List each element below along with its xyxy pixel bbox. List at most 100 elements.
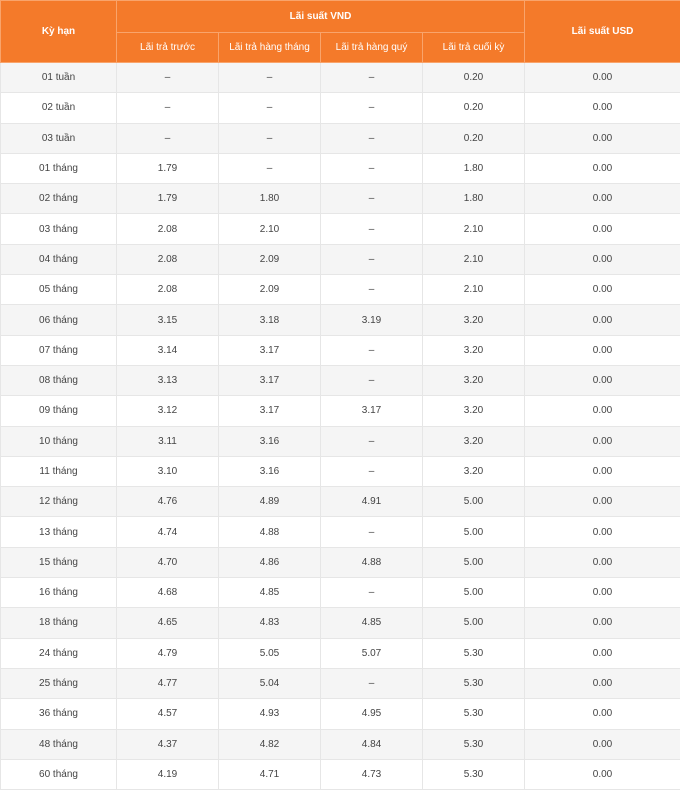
monthly-rate-cell: –	[218, 122, 321, 154]
table-row: 60 tháng 4.19 4.71 4.73 5.30 0.00	[0, 758, 680, 791]
prepaid-rate-cell: 3.15	[116, 304, 219, 336]
monthly-rate-cell: 5.04	[218, 667, 321, 700]
prepaid-rate-cell: 4.65	[116, 607, 219, 639]
quarterly-rate-cell: 4.95	[320, 698, 423, 730]
end-of-term-rate-cell: 5.00	[422, 577, 525, 609]
table-row: 03 tuần – – –0.20 0.00	[0, 122, 680, 154]
end-of-term-rate-cell: 5.30	[422, 667, 525, 700]
table-row: 07 tháng 3.14 3.17–3.20 0.00	[0, 334, 680, 366]
monthly-rate-cell: 3.17	[218, 395, 321, 427]
prepaid-rate-cell: –	[116, 61, 219, 94]
table-row: 09 tháng 3.12 3.17 3.17 3.20 0.00	[0, 395, 680, 427]
end-of-term-rate-cell: 2.10	[422, 243, 525, 276]
end-of-term-rate-cell: 0.20	[422, 61, 525, 94]
term-cell: 04 tháng	[0, 243, 117, 276]
table-row: 18 tháng 4.65 4.83 4.85 5.00 0.00	[0, 607, 680, 639]
quarterly-rate-cell: –	[320, 334, 423, 366]
end-of-term-rate-cell: 3.20	[422, 304, 525, 336]
prepaid-rate-cell: 1.79	[116, 152, 219, 185]
monthly-rate-cell: 3.16	[218, 455, 321, 488]
quarterly-rate-cell: 4.85	[320, 607, 423, 639]
usd-rate-cell: 0.00	[524, 425, 680, 457]
prepaid-rate-cell: –	[116, 92, 219, 124]
quarterly-rate-cell: –	[320, 183, 423, 215]
table-row: 06 tháng 3.15 3.18 3.19 3.20 0.00	[0, 304, 680, 336]
end-of-term-rate-cell: 5.30	[422, 728, 525, 760]
quarterly-rate-cell: –	[320, 61, 423, 94]
term-cell: 05 tháng	[0, 274, 117, 306]
term-cell: 01 tuần	[0, 61, 117, 94]
end-of-term-rate-cell: 3.20	[422, 455, 525, 488]
end-of-term-rate-cell: 5.30	[422, 637, 525, 669]
end-of-term-rate-cell: 3.20	[422, 395, 525, 427]
end-of-term-rate-cell: 1.80	[422, 152, 525, 185]
table-row: 24 tháng 4.79 5.05 5.07 5.30 0.00	[0, 637, 680, 669]
prepaid-rate-cell: 4.76	[116, 486, 219, 518]
term-cell: 13 tháng	[0, 516, 117, 548]
table-row: 36 tháng 4.57 4.93 4.95 5.30 0.00	[0, 698, 680, 730]
table-row: 02 tuần – – –0.20 0.00	[0, 92, 680, 124]
quarterly-rate-cell: –	[320, 122, 423, 154]
vnd-rate-group-header: Lãi suất VND	[116, 0, 525, 33]
prepaid-rate-cell: 2.08	[116, 274, 219, 306]
quarterly-rate-cell: –	[320, 364, 423, 397]
usd-rate-cell: 0.00	[524, 152, 680, 185]
usd-rate-cell: 0.00	[524, 455, 680, 488]
end-of-term-rate-cell: 5.00	[422, 486, 525, 518]
usd-rate-cell: 0.00	[524, 122, 680, 154]
end-of-term-rate-cell: 0.20	[422, 92, 525, 124]
term-cell: 02 tuần	[0, 92, 117, 124]
monthly-rate-cell: 4.85	[218, 577, 321, 609]
monthly-rate-cell: 5.05	[218, 637, 321, 669]
prepaid-rate-cell: 4.57	[116, 698, 219, 730]
monthly-rate-cell: 3.18	[218, 304, 321, 336]
prepaid-rate-cell: 1.79	[116, 183, 219, 215]
quarterly-rate-cell: –	[320, 243, 423, 276]
usd-rate-cell: 0.00	[524, 637, 680, 669]
table-row: 16 tháng 4.68 4.85–5.00 0.00	[0, 577, 680, 609]
monthly-rate-cell: 2.09	[218, 274, 321, 306]
quarterly-rate-cell: 4.73	[320, 758, 423, 791]
quarterly-rate-cell: 4.91	[320, 486, 423, 518]
usd-rate-cell: 0.00	[524, 61, 680, 94]
monthly-rate-cell: –	[218, 61, 321, 94]
usd-rate-cell: 0.00	[524, 274, 680, 306]
prepaid-rate-cell: 3.14	[116, 334, 219, 366]
usd-rate-cell: 0.00	[524, 92, 680, 124]
monthly-rate-cell: 3.17	[218, 334, 321, 366]
end-of-term-rate-cell: 1.80	[422, 183, 525, 215]
end-of-term-rate-cell: 5.00	[422, 546, 525, 579]
term-cell: 18 tháng	[0, 607, 117, 639]
quarterly-rate-cell: 4.88	[320, 546, 423, 579]
monthly-rate-cell: 4.88	[218, 516, 321, 548]
usd-rate-cell: 0.00	[524, 758, 680, 791]
term-cell: 06 tháng	[0, 304, 117, 336]
usd-rate-cell: 0.00	[524, 364, 680, 397]
prepaid-rate-cell: 2.08	[116, 213, 219, 245]
monthly-rate-cell: 4.82	[218, 728, 321, 760]
usd-rate-cell: 0.00	[524, 486, 680, 518]
end-of-term-rate-cell: 3.20	[422, 364, 525, 397]
term-cell: 15 tháng	[0, 546, 117, 579]
usd-rate-cell: 0.00	[524, 334, 680, 366]
quarterly-rate-cell: 4.84	[320, 728, 423, 760]
table-row: 48 tháng 4.37 4.82 4.84 5.30 0.00	[0, 728, 680, 760]
table-row: 11 tháng 3.10 3.16–3.20 0.00	[0, 455, 680, 488]
quarterly-rate-cell: –	[320, 274, 423, 306]
table-row: 10 tháng 3.11 3.16–3.20 0.00	[0, 425, 680, 457]
interest-rate-table: Kỳ hạn Lãi suất VND Lãi suất USD Lãi trả…	[0, 0, 680, 791]
end-of-term-rate-cell: 2.10	[422, 213, 525, 245]
usd-rate-cell: 0.00	[524, 607, 680, 639]
table-row: 15 tháng 4.70 4.86 4.88 5.00 0.00	[0, 546, 680, 579]
end-of-term-rate-cell: 5.00	[422, 607, 525, 639]
term-cell: 36 tháng	[0, 698, 117, 730]
term-cell: 03 tháng	[0, 213, 117, 245]
table-row: 03 tháng 2.08 2.10–2.10 0.00	[0, 213, 680, 245]
monthly-rate-cell: 3.16	[218, 425, 321, 457]
quarterly-rate-cell: –	[320, 455, 423, 488]
monthly-rate-cell: 1.80	[218, 183, 321, 215]
term-cell: 12 tháng	[0, 486, 117, 518]
prepaid-rate-cell: –	[116, 122, 219, 154]
prepaid-rate-cell: 4.68	[116, 577, 219, 609]
quarterly-rate-cell: –	[320, 92, 423, 124]
